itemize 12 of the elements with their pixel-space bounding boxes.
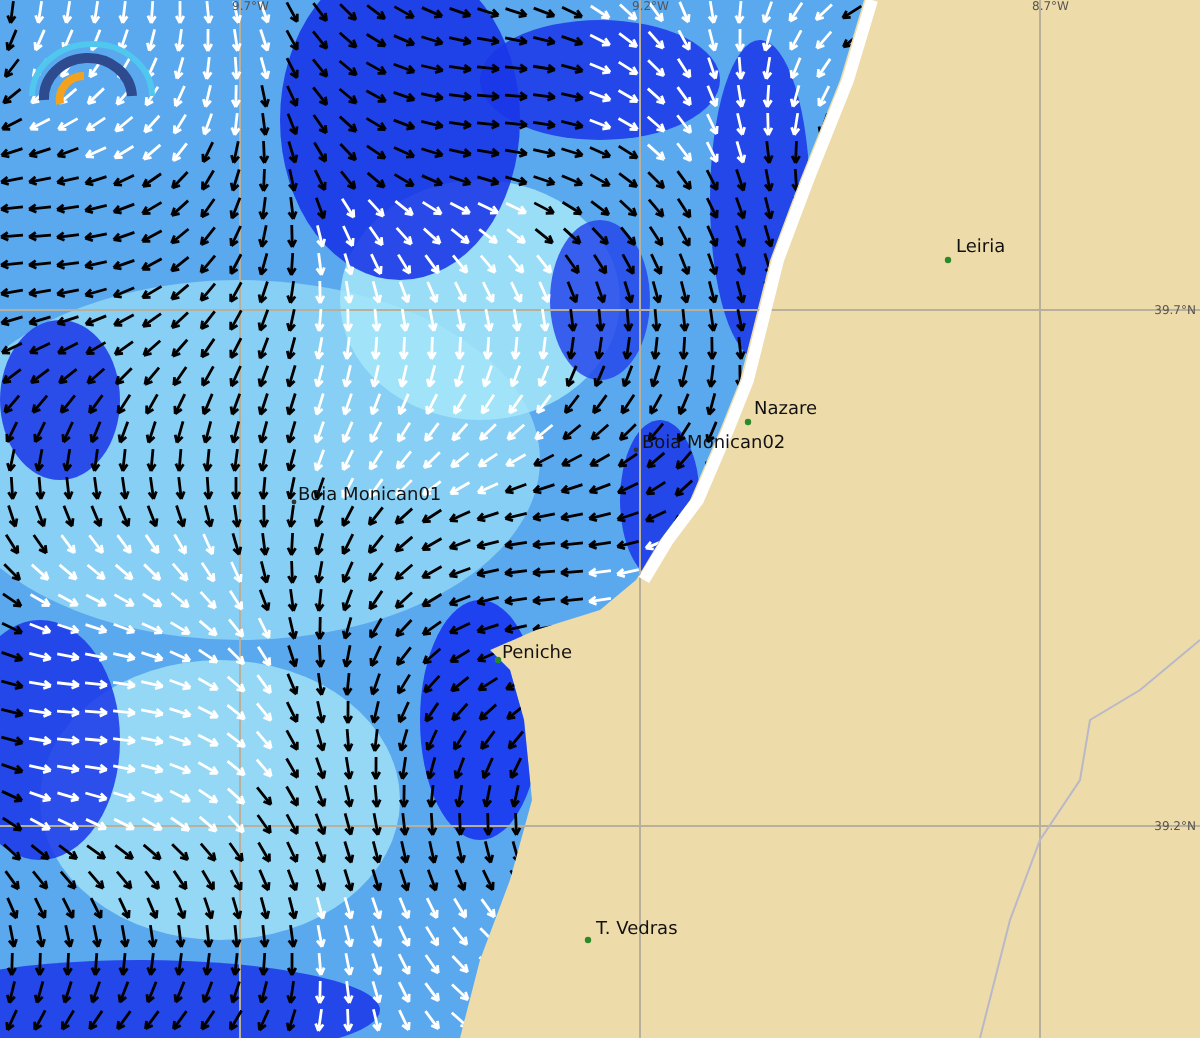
town-marker-icon [944,256,952,264]
town-label: Nazare [754,400,818,420]
buoy-marker-icon [291,499,297,505]
town-label: T. Vedras [596,920,678,940]
buoy-marker-icon [633,447,639,453]
buoy-label: Boia Monican01 [298,486,442,506]
town-marker-icon [494,656,502,664]
town-marker-icon [584,936,592,944]
town-marker-icon [744,418,752,426]
town-label: Peniche [502,644,573,664]
town-label: Leiria [956,238,1006,258]
gauge-logo-icon [29,41,155,105]
